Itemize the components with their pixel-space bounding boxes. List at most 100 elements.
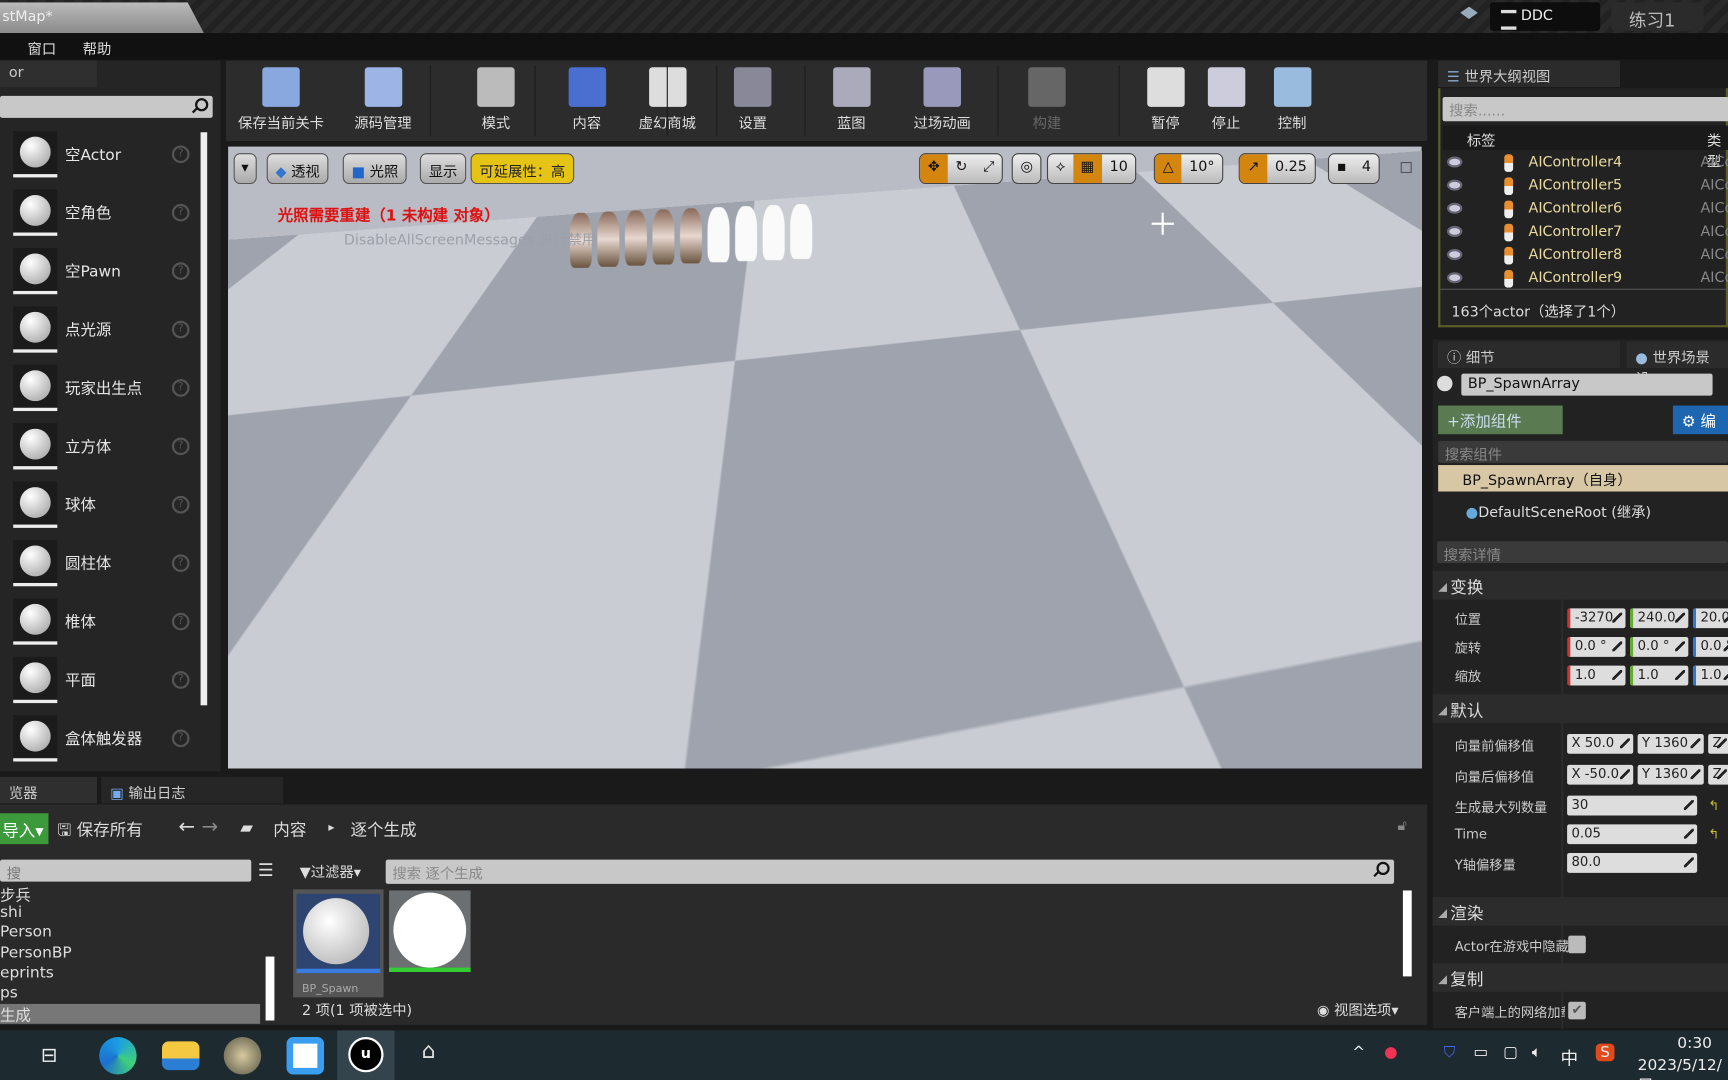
forward-offset-label[interactable]: 向量前偏移值 <box>1455 736 1534 755</box>
outliner-search-input[interactable]: 搜索...... <box>1443 97 1728 121</box>
breadcrumb-content[interactable]: 内容 <box>273 818 306 841</box>
visibility-eye-icon[interactable] <box>1447 272 1462 283</box>
max-columns-input[interactable]: 30 <box>1567 796 1697 816</box>
reset-default-icon[interactable]: ↰ <box>1708 827 1719 842</box>
save-button[interactable]: 保存当前关卡 <box>231 63 330 138</box>
asset-scrollbar[interactable] <box>1403 890 1412 976</box>
forward-offset-y[interactable]: Y 1360 <box>1638 734 1704 754</box>
menu-help[interactable]: 帮助 <box>83 37 112 58</box>
root-component-row[interactable]: ●DefaultSceneRoot (继承) <box>1466 500 1651 521</box>
outliner-tab[interactable]: ☰ 世界大纲视图 <box>1438 61 1620 87</box>
folder-tree-item[interactable]: 生成 <box>0 1004 260 1024</box>
help-icon[interactable]: ? <box>172 554 190 572</box>
place-search-input[interactable] <box>0 96 213 118</box>
asset-tile-material[interactable] <box>389 890 471 972</box>
section-rendering[interactable]: 渲染 <box>1433 897 1728 926</box>
asset-search-input[interactable]: 搜索 逐个生成 <box>386 860 1394 884</box>
forward-offset-x[interactable]: X 50.0 <box>1567 734 1633 754</box>
scale-snap-value[interactable]: 0.25 <box>1267 154 1314 183</box>
unreal-taskbar-item[interactable]: u <box>337 1030 394 1080</box>
place-item[interactable]: 圆柱体? <box>4 536 198 591</box>
menu-window[interactable]: 窗口 <box>28 37 57 58</box>
character-mesh[interactable] <box>548 531 577 614</box>
scalability-warning[interactable]: 可延展性：高 <box>471 153 575 184</box>
character-mesh[interactable] <box>349 560 378 643</box>
character-mesh[interactable] <box>449 546 478 629</box>
backward-offset-z[interactable]: Z <box>1708 765 1728 785</box>
character-mesh[interactable] <box>845 486 874 569</box>
blueprint-button[interactable]: 蓝图 <box>821 63 882 138</box>
ddc-button[interactable]: DDC <box>1490 2 1600 31</box>
settings-button[interactable]: 设置 <box>720 63 786 138</box>
baidu-netdisk-icon[interactable] <box>287 1037 324 1074</box>
component-search-input[interactable]: 搜索组件 <box>1438 441 1728 463</box>
outliner-row[interactable]: AIController4AICo <box>1440 152 1728 175</box>
security-shield-icon[interactable]: ⛉ <box>1444 1044 1456 1062</box>
character-mesh[interactable] <box>978 466 1007 549</box>
forward-offset-z[interactable]: Z <box>1708 734 1728 754</box>
y-offset-input[interactable]: 80.0 <box>1567 853 1697 873</box>
character-mesh[interactable] <box>790 204 812 259</box>
character-mesh[interactable] <box>316 565 345 648</box>
time-input[interactable]: 0.05 <box>1567 824 1697 844</box>
col-label[interactable]: 标签 <box>1467 129 1496 150</box>
camera-speed-group[interactable]: ▪ 4 <box>1328 153 1380 184</box>
add-component-button[interactable]: +添加组件 <box>1438 406 1563 435</box>
character-mesh[interactable] <box>713 506 742 589</box>
section-default[interactable]: 默认 <box>1433 694 1728 723</box>
character-mesh[interactable] <box>735 206 757 261</box>
folder-tree-item[interactable]: Person <box>0 924 260 944</box>
help-icon[interactable]: ? <box>172 262 190 280</box>
visibility-eye-icon[interactable] <box>1447 249 1462 260</box>
scale-y-input[interactable]: 1.0 <box>1630 666 1688 686</box>
asset-tile-bp-spawn[interactable]: BP_Spawn <box>293 889 383 997</box>
help-icon[interactable]: ? <box>172 321 190 339</box>
place-item[interactable]: 点光源? <box>4 302 198 357</box>
character-mesh[interactable] <box>878 481 907 564</box>
backward-offset-x[interactable]: X -50.0 <box>1567 765 1633 785</box>
visibility-eye-icon[interactable] <box>1447 180 1462 191</box>
character-mesh[interactable] <box>515 536 544 619</box>
folder-tree-item[interactable]: PersonBP <box>0 944 260 964</box>
actor-name-input[interactable]: BP_SpawnArray <box>1461 374 1712 396</box>
stop-button[interactable]: 停止 <box>1201 63 1251 138</box>
grid-icon[interactable]: ▦ <box>1073 154 1102 183</box>
location-x-input[interactable]: -3270. <box>1567 608 1625 628</box>
visibility-eye-icon[interactable] <box>1447 203 1462 214</box>
character-mesh[interactable] <box>482 541 511 624</box>
modes-button[interactable]: 模式 <box>457 63 534 138</box>
task-view-icon[interactable]: ⊟ <box>41 1044 58 1067</box>
outliner-row[interactable]: AIController5AICo <box>1440 175 1728 198</box>
backward-offset-y[interactable]: Y 1360 <box>1638 765 1704 785</box>
folder-tree-item[interactable]: eprints <box>0 964 260 984</box>
breadcrumb-folder[interactable]: 逐个生成 <box>350 818 416 841</box>
content-browser-tab[interactable]: 览器 <box>0 777 97 803</box>
learn-icon[interactable] <box>1460 7 1478 25</box>
details-tab[interactable]: ⓘ 细节 <box>1438 342 1620 368</box>
scale-label[interactable]: 缩放 <box>1455 667 1481 686</box>
character-mesh[interactable] <box>746 501 775 584</box>
map-tab[interactable]: stMap* <box>0 2 204 33</box>
details-search-input[interactable]: 搜索详情 <box>1437 541 1728 563</box>
character-mesh[interactable] <box>625 210 647 265</box>
pause-button[interactable]: 暂停 <box>1141 63 1191 138</box>
build-button[interactable]: 构建 <box>1014 63 1080 138</box>
clock-time[interactable]: 0:30 <box>1677 1035 1712 1053</box>
place-item[interactable]: 平面? <box>4 652 198 707</box>
character-mesh[interactable] <box>708 207 730 262</box>
scale-x-input[interactable]: 1.0 <box>1567 666 1625 686</box>
hidden-in-game-checkbox[interactable] <box>1568 936 1586 954</box>
viewport-options-button[interactable]: ▾ <box>234 153 257 184</box>
rotation-z-input[interactable]: 0.0 ° <box>1693 637 1728 657</box>
place-scrollbar[interactable] <box>201 132 208 705</box>
lighting-button[interactable]: ■ 光照 <box>343 153 407 184</box>
folder-tree-item[interactable]: ps <box>0 984 260 1004</box>
location-label[interactable]: 位置 <box>1455 609 1481 628</box>
source-control-button[interactable]: 源码管理 <box>336 63 430 138</box>
character-mesh[interactable] <box>382 555 411 638</box>
help-icon[interactable]: ? <box>172 145 190 163</box>
translate-icon[interactable]: ✥ <box>920 154 947 183</box>
location-z-input[interactable]: 20.0 <box>1693 608 1728 628</box>
character-mesh[interactable] <box>944 471 973 554</box>
view-options-button[interactable]: ◉ 视图选项▾ <box>1317 998 1399 1019</box>
